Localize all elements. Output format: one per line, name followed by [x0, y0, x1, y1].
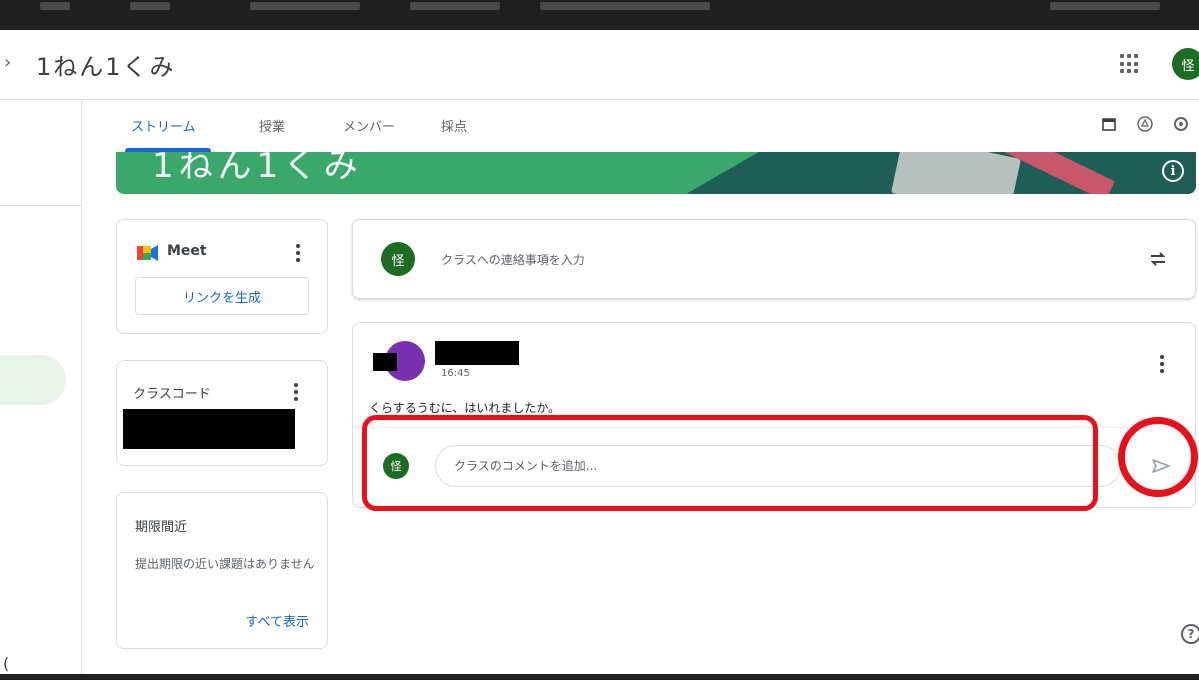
class-code-redacted: [123, 409, 295, 449]
class-title[interactable]: 1ねん1くみ: [36, 47, 176, 82]
banner-title: 1ねん1くみ: [152, 152, 363, 186]
settings-icon[interactable]: [1173, 116, 1189, 132]
upcoming-message: 提出期限の近い課題はありません: [135, 557, 315, 571]
info-icon[interactable]: i: [1162, 160, 1184, 182]
user-avatar[interactable]: 怪: [1172, 48, 1199, 80]
post-body: くらするうむに、はいれましたか。: [369, 401, 561, 415]
repost-icon[interactable]: [1147, 248, 1169, 270]
post-author-name-redacted: [435, 341, 519, 365]
bottom-strip: [0, 674, 1199, 680]
tab-bar: ストリーム 授業 メンバー 採点: [83, 100, 1199, 152]
upcoming-title: 期限間近: [135, 520, 188, 535]
drive-icon[interactable]: [1137, 116, 1153, 132]
post-timestamp: 16:45: [441, 368, 470, 379]
upcoming-card: 期限間近 提出期限の近い課題はありません すべて表示: [116, 492, 328, 649]
class-code-label: クラスコード: [133, 387, 211, 402]
banner-illustration-paper: [891, 152, 1021, 194]
corner-glyph: (: [3, 654, 10, 673]
announce-card[interactable]: 怪 クラスへの連絡事項を入力: [352, 219, 1196, 299]
meet-logo-icon: [137, 245, 158, 261]
left-rail: [0, 100, 82, 680]
class-banner: 1ねん1くみ i: [116, 152, 1196, 194]
meet-more-icon[interactable]: [295, 244, 301, 262]
app-header: › 1ねん1くみ 怪: [0, 30, 1199, 100]
rail-selected-item[interactable]: [0, 355, 66, 405]
calendar-icon[interactable]: [1101, 116, 1117, 132]
author-redacted-overlay: [373, 353, 397, 371]
announce-avatar: 怪: [381, 242, 415, 276]
tab-people[interactable]: メンバー: [343, 116, 395, 135]
tab-classwork[interactable]: 授業: [259, 116, 285, 135]
tab-grades[interactable]: 採点: [441, 116, 467, 135]
rail-divider: [0, 205, 82, 206]
apps-grid-icon[interactable]: [1120, 54, 1140, 74]
class-code-card: クラスコード: [116, 360, 328, 466]
announce-prompt[interactable]: クラスへの連絡事項を入力: [441, 251, 585, 268]
meet-title: Meet: [167, 243, 207, 259]
tab-toolbar: [1101, 116, 1189, 132]
browser-top-strip: [0, 0, 1199, 30]
generate-link-button[interactable]: リンクを生成: [135, 277, 309, 315]
tab-stream[interactable]: ストリーム: [131, 116, 196, 135]
meet-card: Meet リンクを生成: [116, 219, 328, 334]
highlight-comment-box: [362, 415, 1098, 511]
breadcrumb-chevron-icon: ›: [4, 52, 12, 73]
help-icon[interactable]: ?: [1181, 624, 1199, 644]
post-more-icon[interactable]: [1159, 355, 1165, 373]
highlight-send-button: [1118, 417, 1198, 497]
view-all-link[interactable]: すべて表示: [245, 611, 309, 630]
class-code-more-icon[interactable]: [293, 383, 299, 401]
